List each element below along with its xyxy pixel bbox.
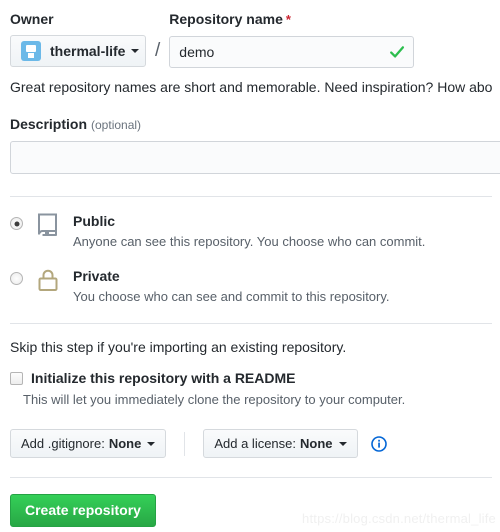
visibility-option-public[interactable]: Public Anyone can see this repository. Y…	[10, 212, 500, 251]
description-input[interactable]	[10, 141, 500, 174]
public-subtitle: Anyone can see this repository. You choo…	[73, 234, 426, 249]
initialize-readme-text-block: Initialize this repository with a README	[31, 369, 500, 387]
gitignore-dropdown-button[interactable]: Add .gitignore: None	[10, 429, 167, 458]
description-label-text: Description	[10, 116, 88, 132]
initialize-readme-subtitle: This will let you immediately clone the …	[23, 392, 406, 407]
repo-book-icon	[38, 213, 57, 236]
private-subtitle: You choose who can see and commit to thi…	[73, 289, 390, 304]
repository-name-input[interactable]	[169, 36, 415, 68]
public-text-block: Public Anyone can see this repository. Y…	[73, 212, 500, 251]
user-avatar-icon	[21, 41, 41, 61]
description-label: Description (optional)	[10, 115, 500, 134]
required-marker: *	[285, 12, 291, 27]
description-optional-note: (optional)	[91, 118, 142, 132]
gitignore-dropdown-lead: Add .gitignore:	[21, 436, 105, 451]
lock-icon	[38, 269, 58, 291]
owner-select-button[interactable]: thermal-life	[10, 35, 146, 67]
private-text-block: Private You choose who can see and commi…	[73, 267, 500, 306]
private-title: Private	[73, 268, 120, 284]
dropdown-separator	[184, 431, 186, 456]
visibility-option-private[interactable]: Private You choose who can see and commi…	[10, 267, 500, 306]
chevron-down-icon	[147, 441, 156, 446]
repository-name-help-text: Great repository names are short and mem…	[10, 79, 493, 95]
chevron-down-icon	[131, 49, 140, 53]
visibility-options: Public Anyone can see this repository. Y…	[0, 197, 500, 306]
info-circle-icon[interactable]	[370, 435, 387, 452]
template-dropdowns-row: Add .gitignore: None Add a license: None	[0, 409, 500, 458]
repository-name-label: Repository name *	[169, 10, 414, 29]
path-separator: /	[155, 40, 161, 61]
public-radio[interactable]	[10, 217, 23, 230]
repository-name-input-wrap	[169, 36, 415, 68]
initialize-readme-label: Initialize this repository with a README	[31, 370, 296, 386]
license-dropdown-value: None	[300, 436, 333, 451]
owner-field-group: Owner thermal-life	[10, 10, 146, 67]
owner-name-label: thermal-life	[50, 43, 126, 59]
initialize-readme-row[interactable]: Initialize this repository with a README	[0, 357, 500, 387]
chevron-down-icon	[338, 441, 347, 446]
create-repository-form: Owner thermal-life / Repository name* Gr…	[0, 0, 500, 532]
submit-row: Create repository	[0, 478, 500, 527]
license-dropdown-lead: Add a license:	[214, 436, 297, 451]
repository-name-field-group: Repository name *	[169, 10, 415, 68]
description-field-group: Description (optional)	[0, 97, 500, 174]
create-repository-button[interactable]: Create repository	[10, 494, 156, 527]
license-dropdown-button[interactable]: Add a license: None	[203, 429, 358, 458]
owner-label: Owner	[10, 11, 54, 27]
skip-step-text: Skip this step if you're importing an ex…	[10, 339, 347, 355]
owner-name-separator-wrap: /	[146, 10, 169, 67]
initialize-readme-checkbox[interactable]	[10, 372, 23, 385]
public-title: Public	[73, 213, 116, 229]
repository-name-label-text: Repository name	[169, 11, 283, 27]
private-radio[interactable]	[10, 272, 23, 285]
gitignore-dropdown-value: None	[108, 436, 142, 451]
owner-and-name-row: Owner thermal-life / Repository name *	[0, 0, 500, 68]
